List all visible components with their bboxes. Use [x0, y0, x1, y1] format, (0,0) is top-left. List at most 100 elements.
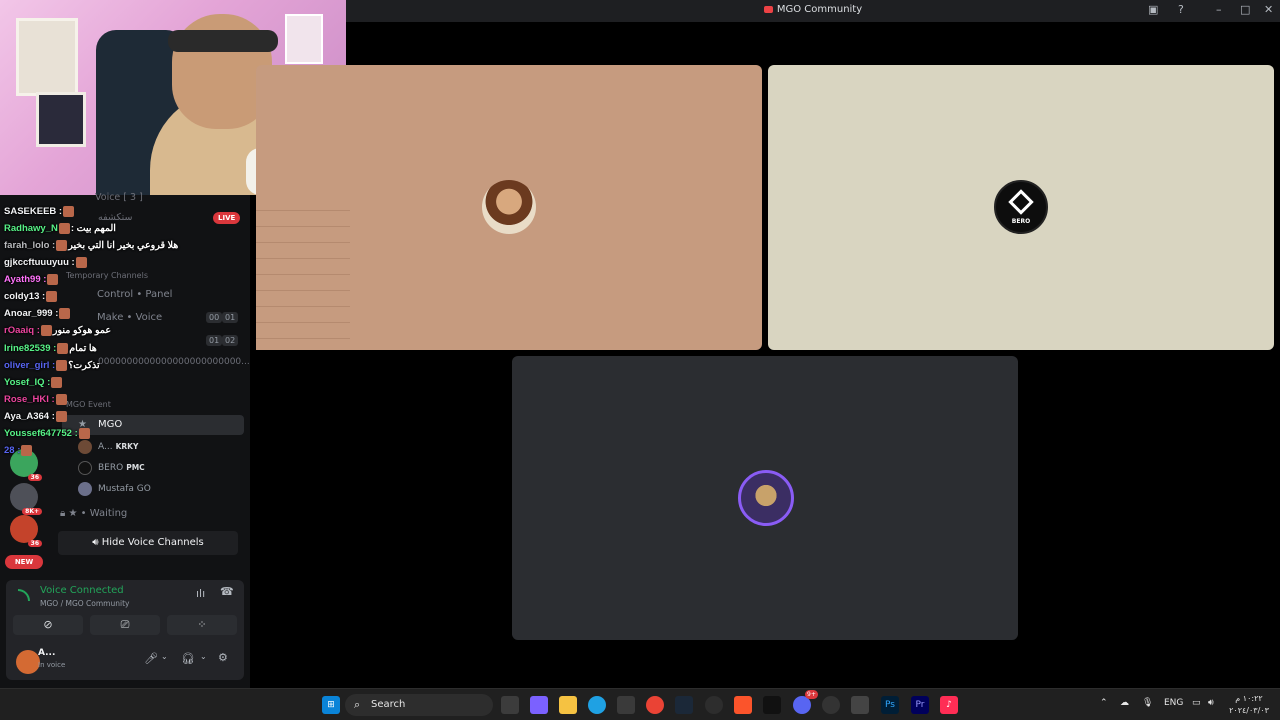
chat-message: SASEKEEB :	[4, 204, 75, 220]
live-badge: LIVE	[213, 212, 241, 224]
emote-icon	[51, 376, 63, 388]
microphone-icon[interactable]: 🎤︎	[144, 652, 158, 665]
chevron-down-icon[interactable]: ⌄	[161, 652, 168, 661]
mgo-event-header[interactable]: MGO Event	[66, 400, 111, 409]
search-icon: ⌕	[354, 698, 361, 711]
obs-icon[interactable]	[705, 696, 723, 714]
emote-icon	[56, 359, 68, 371]
mic-tray-icon[interactable]: 🎙︎	[1142, 698, 1153, 708]
brave-icon[interactable]	[734, 696, 752, 714]
voice-status[interactable]: Voice Connected	[40, 585, 124, 596]
row-count-a: 01	[206, 335, 223, 346]
participant-avatar-1[interactable]	[482, 180, 536, 234]
screen-share-button[interactable]: ⎚	[90, 615, 160, 635]
disconnect-icon[interactable]: ☎	[220, 585, 234, 598]
chat-username: 28 :	[4, 445, 21, 456]
chat-message: 28 :	[4, 443, 33, 459]
voice-location[interactable]: MGO / MGO Community	[40, 599, 129, 608]
snipping-icon[interactable]	[851, 696, 869, 714]
tiktok-icon[interactable]: ♪	[940, 696, 958, 714]
camera-off-button[interactable]: ⊘	[13, 615, 83, 635]
signal-icon[interactable]	[18, 589, 30, 601]
chat-text: عمو هوكو منور	[52, 325, 112, 336]
chat-message: gjkccftuuuyuu :	[4, 255, 88, 271]
bero-logo-icon	[1008, 189, 1034, 215]
chat-message: Anoar_999 :	[4, 306, 71, 322]
participant-avatar-3-speaking[interactable]	[738, 470, 794, 526]
tray-chevron-icon[interactable]: ⌃	[1100, 698, 1108, 708]
emote-icon	[78, 427, 90, 439]
chat-username: Rose_HKI :	[4, 394, 55, 405]
chevron-down-icon[interactable]: ⌄	[200, 652, 207, 661]
voice-user-bero[interactable]: BERO PMC	[78, 459, 145, 477]
hide-voice-channels-button[interactable]: 🔊︎ Hide Voice Channels	[58, 531, 238, 555]
chat-message: Ayath99 :	[4, 272, 59, 288]
start-icon[interactable]: ⊞	[322, 696, 340, 714]
premiere-icon[interactable]: Pr	[911, 696, 929, 714]
temporary-channels-header[interactable]: Temporary Channels	[66, 271, 148, 280]
steam-icon[interactable]	[675, 696, 693, 714]
chat-username: Ayath99 :	[4, 274, 47, 285]
server-icon-2[interactable]: 8K+	[10, 483, 42, 515]
make-voice-channel[interactable]: Make • Voice	[97, 312, 162, 323]
chat-message: coldy13 :	[4, 289, 58, 305]
chat-username: coldy13 :	[4, 291, 46, 302]
photoshop-icon[interactable]: Ps	[881, 696, 899, 714]
activities-button[interactable]: ⁘	[167, 615, 237, 635]
chat-message: farah_lolo : هلا قروعي بخير انا التي بخير	[4, 238, 178, 254]
participant-avatar-bero[interactable]: BERO	[994, 180, 1048, 234]
capcut-icon[interactable]	[763, 696, 781, 714]
chat-text: هلا قروعي بخير انا التي بخير	[68, 240, 179, 251]
voice-channel-waiting[interactable]: 🔒︎ ★ • Waiting	[60, 508, 127, 519]
bero-logo-text: BERO	[1011, 218, 1031, 225]
language-indicator[interactable]: ENG	[1164, 698, 1183, 708]
chat-message: Irine82539 : ها تمام	[4, 341, 97, 357]
long-channel-name[interactable]: 0000000000000000000000000...	[98, 357, 250, 367]
user-avatar[interactable]	[16, 650, 40, 674]
discord-badge: 9+	[805, 690, 818, 699]
server-badge: 36	[27, 474, 42, 481]
system-clock[interactable]: ١٠:٢٢ م ٢٠٢٤/٠٣/٠٣	[1226, 693, 1272, 717]
headphones-icon[interactable]: 🎧︎	[181, 652, 195, 665]
network-icon[interactable]: ▭	[1192, 698, 1201, 708]
volume-icon[interactable]: 🔊︎	[1208, 698, 1214, 708]
server-icon-3[interactable]: 36	[10, 515, 42, 547]
file-explorer-icon[interactable]	[559, 696, 577, 714]
emote-icon	[40, 324, 52, 336]
cloud-icon[interactable]: ☁	[1120, 698, 1129, 708]
chat-message: Aya_A364 :	[4, 409, 68, 425]
chat-username: farah_lolo :	[4, 240, 56, 251]
chat-username: gjkccftuuuyuu :	[4, 257, 75, 268]
chat-username: oliver_girl :	[4, 360, 56, 371]
user-tag: PMC	[126, 463, 145, 472]
voice-user-mustafa[interactable]: Mustafa GO	[78, 480, 151, 498]
app-icon[interactable]	[822, 696, 840, 714]
emote-icon	[75, 256, 87, 268]
chat-username: Aya_A364 :	[4, 411, 55, 422]
row-count-b: 02	[222, 335, 239, 346]
discord-icon[interactable]: 9+	[793, 690, 818, 714]
voice-connected-panel: Voice Connected MGO / MGO Community ılı …	[6, 580, 244, 680]
channel-mgo-label: MGO	[98, 419, 123, 430]
user-name[interactable]: A...	[38, 648, 55, 658]
emote-icon	[46, 290, 58, 302]
taskbar-search[interactable]: ⌕ Search	[345, 694, 493, 716]
chat-username: Irine82539 :	[4, 343, 57, 354]
control-panel-channel[interactable]: Control • Panel	[97, 289, 172, 300]
settings-gear-icon[interactable]: ⚙	[218, 651, 228, 664]
task-view-icon[interactable]	[501, 696, 519, 714]
store-icon[interactable]	[617, 696, 635, 714]
chat-text: : المهم بيت	[70, 223, 116, 234]
chat-username: Radhawy_N	[4, 223, 58, 234]
chrome-icon[interactable]	[646, 696, 664, 714]
make-voice-count-a: 00	[206, 312, 223, 323]
stream-overlay-panel: Voice [ 3 ] ستكشفه LIVE Temporary Channe…	[0, 192, 250, 688]
copilot-icon[interactable]	[530, 696, 548, 714]
edge-icon[interactable]	[588, 696, 606, 714]
emote-icon	[55, 393, 67, 405]
noise-suppression-icon[interactable]: ılı	[196, 587, 205, 600]
chat-username: Youssef647752 :	[4, 428, 78, 439]
chat-text: ها تمام	[69, 343, 97, 354]
emote-icon	[58, 222, 70, 234]
server-badge: 36	[27, 540, 42, 547]
